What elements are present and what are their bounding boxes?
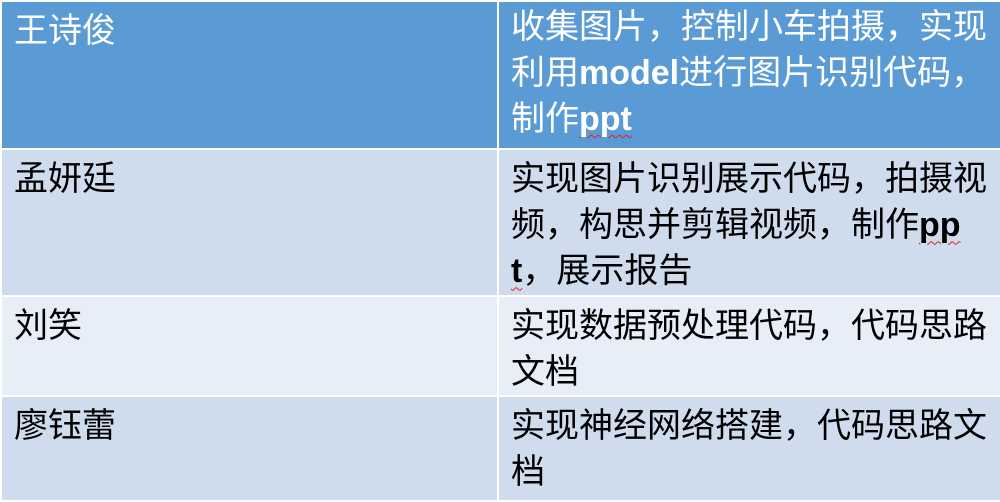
task-text: 实现数据预处理代码，代码思路文档 [511, 305, 987, 392]
task-cell: 实现图片识别展示代码，拍摄视频，构思并剪辑视频，制作ppt，展示报告 [497, 148, 1000, 297]
table-row: 王诗俊 收集图片，控制小车拍摄，实现利用model进行图片识别代码，制作ppt [0, 0, 1000, 151]
table-row: 廖钰蕾 实现神经网络搭建，代码思路文档 [0, 394, 1000, 502]
task-text-latin-misspelled: ppt [579, 100, 632, 138]
task-cell: 实现数据预处理代码，代码思路文档 [497, 294, 1000, 397]
task-text: 实现图片识别展示代码，拍摄视频，构思并剪辑视频，制作 [511, 159, 987, 246]
task-text: 实现神经网络搭建，代码思路文档 [511, 405, 987, 492]
table-row: 孟妍廷 实现图片识别展示代码，拍摄视频，构思并剪辑视频，制作ppt，展示报告 [0, 148, 1000, 297]
task-cell: 实现神经网络搭建，代码思路文档 [497, 394, 1000, 502]
task-cell: 收集图片，控制小车拍摄，实现利用model进行图片识别代码，制作ppt [497, 0, 1000, 151]
assignment-table: 王诗俊 收集图片，控制小车拍摄，实现利用model进行图片识别代码，制作ppt … [0, 0, 1000, 502]
member-name-cell: 王诗俊 [0, 0, 499, 151]
member-name-cell: 廖钰蕾 [0, 394, 499, 502]
task-text-latin: model [579, 54, 680, 92]
task-text: ，展示报告 [522, 251, 693, 292]
member-name-cell: 刘笑 [0, 294, 499, 397]
table-row: 刘笑 实现数据预处理代码，代码思路文档 [0, 294, 1000, 397]
member-name-cell: 孟妍廷 [0, 148, 499, 297]
